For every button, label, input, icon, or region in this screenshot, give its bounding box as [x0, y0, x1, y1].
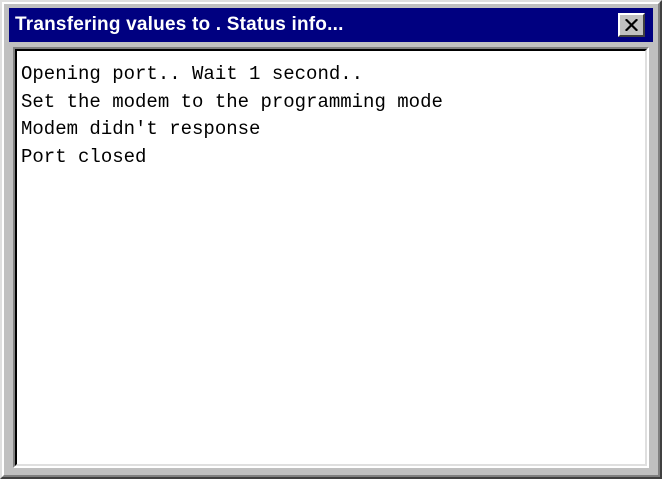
window-title: Transfering values to . Status info...: [15, 14, 344, 35]
close-button[interactable]: [618, 13, 645, 37]
window-frame: Transfering values to . Status info... O…: [2, 2, 660, 477]
status-log[interactable]: Opening port.. Wait 1 second.. Set the m…: [13, 47, 649, 468]
log-line: Set the modem to the programming mode: [21, 90, 443, 113]
log-line: Opening port.. Wait 1 second..: [21, 63, 364, 85]
title-bar[interactable]: Transfering values to . Status info...: [9, 8, 653, 42]
log-line: Modem didn't response: [21, 118, 261, 140]
status-log-content: Opening port.. Wait 1 second.. Set the m…: [15, 49, 647, 466]
close-icon: [625, 19, 638, 31]
status-window: Transfering values to . Status info... O…: [0, 0, 662, 479]
log-line: Port closed: [21, 145, 147, 168]
